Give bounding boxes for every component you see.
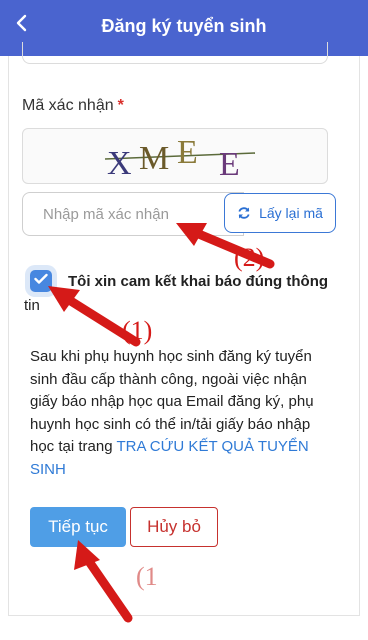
continue-button[interactable]: Tiếp tục — [30, 507, 126, 547]
annotation-label-1: (1) — [122, 316, 153, 345]
captcha-label-text: Mã xác nhận — [22, 97, 114, 114]
annotation-label-2: (2) — [234, 243, 265, 272]
captcha-char: E — [177, 134, 198, 171]
captcha-code: X M E E — [104, 134, 256, 183]
info-note: Sau khi phụ huynh học sinh đăng ký tuyển… — [30, 346, 338, 481]
refresh-icon — [237, 206, 251, 220]
annotation-label-3: (1 — [136, 562, 158, 591]
captcha-char: X — [107, 145, 132, 182]
required-mark: * — [117, 97, 124, 114]
commit-text: Tôi xin cam kết khai báo đúng thông tin — [24, 270, 344, 318]
captcha-image: X M E E — [22, 128, 328, 184]
previous-field[interactable] — [22, 42, 328, 64]
page-title: Đăng ký tuyển sinh — [101, 16, 267, 36]
refresh-label: Lấy lại mã — [259, 205, 323, 221]
cancel-button[interactable]: Hủy bỏ — [130, 507, 218, 547]
commit-text-cont: tin — [24, 297, 40, 314]
captcha-label: Mã xác nhận * — [22, 97, 124, 115]
captcha-input[interactable] — [22, 192, 244, 236]
refresh-captcha-button[interactable]: Lấy lại mã — [224, 193, 336, 233]
commit-text-bold: Tôi xin cam kết khai báo đúng thông — [68, 273, 329, 290]
captcha-char: M — [139, 140, 169, 177]
captcha-char: E — [219, 146, 240, 183]
